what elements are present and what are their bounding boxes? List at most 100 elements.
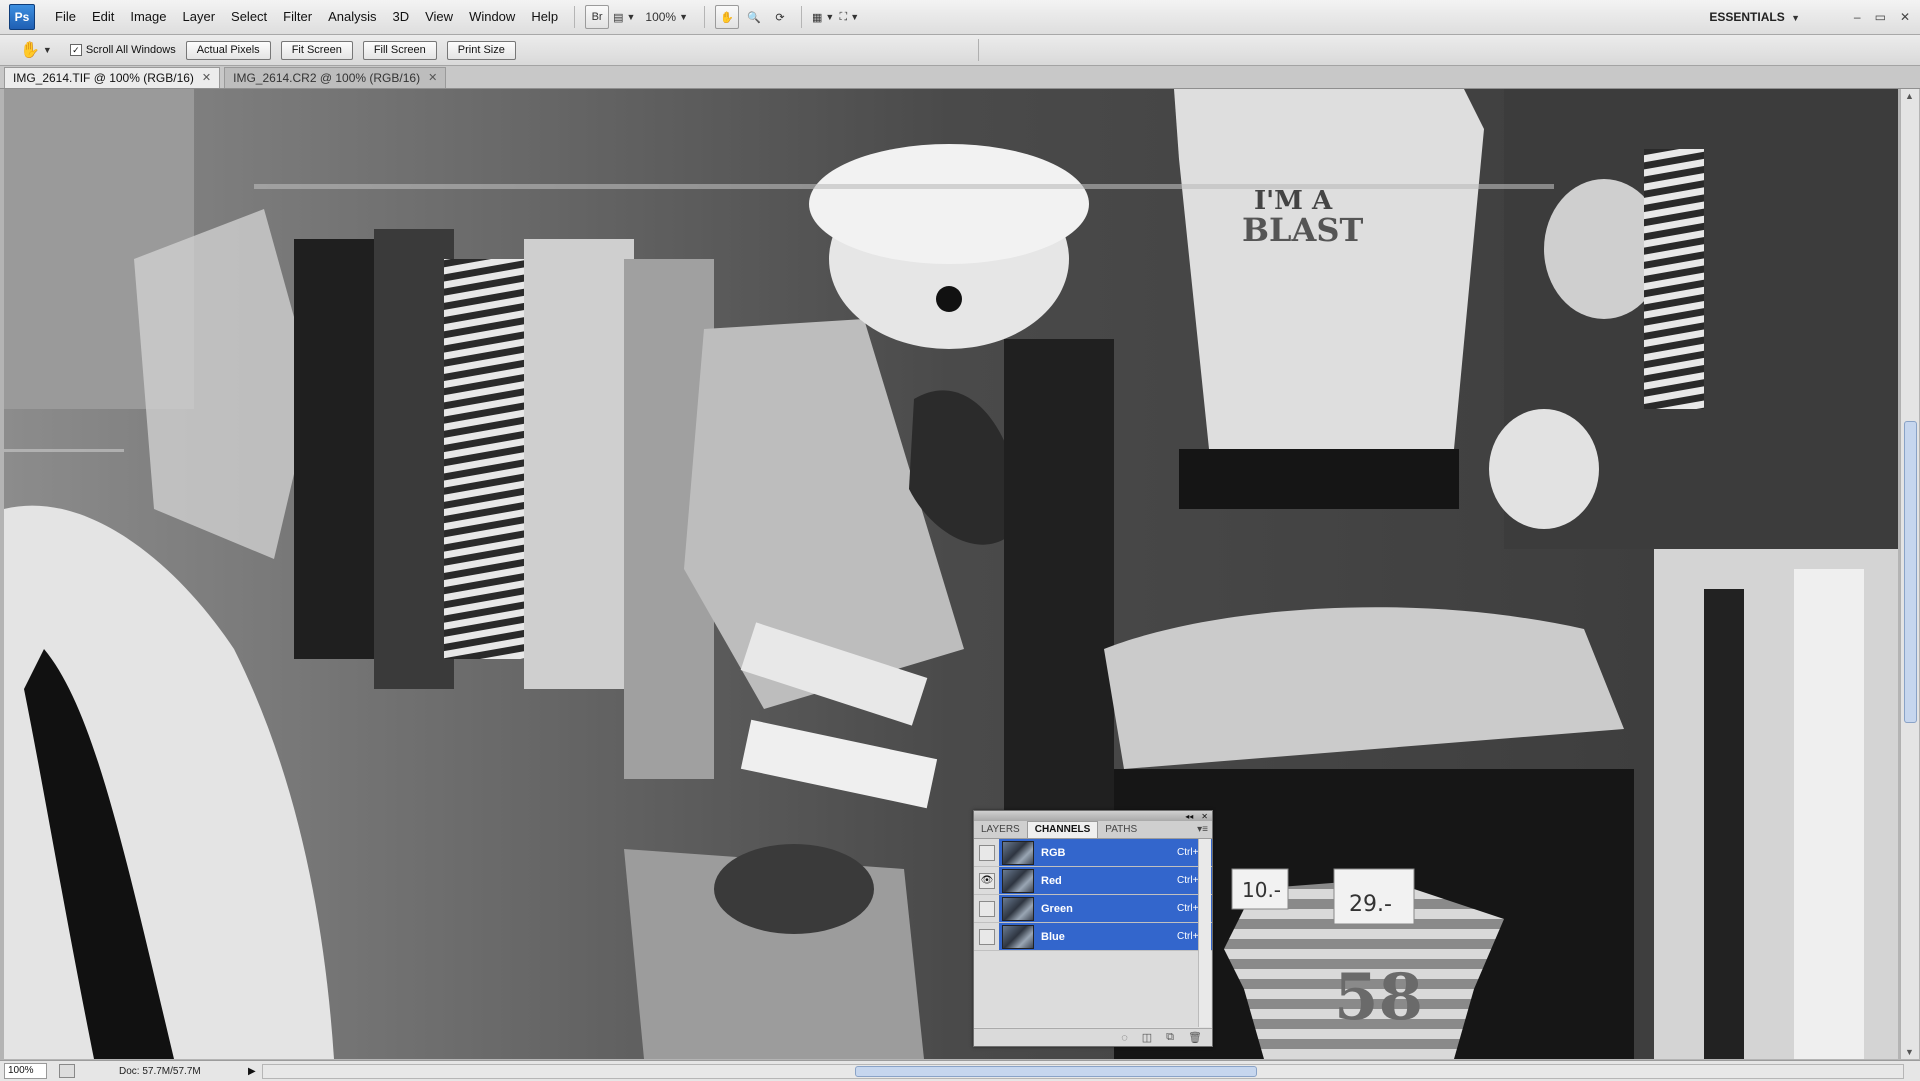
menu-file[interactable]: File	[47, 0, 84, 34]
image-canvas[interactable]: I'M A BLAST 58 10.- 29.-	[4, 89, 1898, 1059]
tab-layers[interactable]: LAYERS	[974, 822, 1027, 838]
zoom-level-dropdown[interactable]: 100% ▼	[639, 6, 694, 28]
zoom-tool-button[interactable]: 🔍	[743, 6, 765, 28]
vertical-scrollbar[interactable]: ▲ ▼	[1900, 89, 1919, 1059]
channel-row-red[interactable]: 👁 Red Ctrl+3	[974, 867, 1212, 895]
new-channel-icon[interactable]: ⧉	[1166, 1031, 1174, 1044]
window-controls: – ▭ ✕	[1854, 0, 1910, 34]
channel-list: RGB Ctrl+2 👁 Red Ctrl+3 Green Ctrl+4 Blu…	[974, 839, 1212, 1027]
document-tab-bar: IMG_2614.TIF @ 100% (RGB/16) ✕ IMG_2614.…	[0, 66, 1920, 89]
channel-thumbnail	[1002, 896, 1034, 921]
svg-text:29.-: 29.-	[1349, 892, 1392, 917]
hand-tool-button[interactable]: ✋	[715, 5, 740, 29]
close-panel-icon[interactable]: ✕	[1201, 812, 1208, 821]
horizontal-scrollbar[interactable]	[262, 1064, 1904, 1079]
channel-name: Green	[1041, 902, 1073, 915]
visibility-toggle[interactable]	[979, 844, 995, 861]
fullscreen-icon: ⛶	[839, 10, 848, 23]
options-bar: ✋ ▼ ✓ Scroll All Windows Actual Pixels F…	[0, 35, 1920, 66]
document-tab-tif[interactable]: IMG_2614.TIF @ 100% (RGB/16) ✕	[4, 67, 221, 88]
scroll-all-windows-checkbox[interactable]: ✓ Scroll All Windows	[69, 44, 176, 56]
options-divider	[978, 39, 979, 61]
screen-mode-button[interactable]: ▤ ▼	[613, 6, 635, 28]
collapse-panel-icon[interactable]: ◂◂	[1185, 812, 1193, 821]
fit-screen-button[interactable]: Fit Screen	[280, 40, 353, 60]
menu-edit[interactable]: Edit	[84, 0, 122, 34]
menu-separator	[801, 6, 803, 28]
checkbox-icon[interactable]: ✓	[69, 44, 82, 56]
menu-view[interactable]: View	[417, 0, 461, 34]
status-menu-arrow-icon[interactable]: ▶	[248, 1066, 256, 1077]
menu-layer[interactable]: Layer	[175, 0, 224, 34]
screen-mode-icon: ▤	[613, 11, 624, 24]
menu-window[interactable]: Window	[461, 0, 523, 34]
save-selection-icon[interactable]: ◫	[1142, 1031, 1152, 1044]
menu-select[interactable]: Select	[223, 0, 275, 34]
actual-pixels-button[interactable]: Actual Pixels	[185, 40, 271, 60]
fill-screen-button[interactable]: Fill Screen	[362, 40, 437, 60]
zoom-input[interactable]: 100%	[4, 1063, 47, 1079]
scroll-down-icon[interactable]: ▼	[1905, 1047, 1914, 1057]
scroll-all-windows-label: Scroll All Windows	[85, 44, 176, 56]
vertical-scroll-thumb[interactable]	[1904, 421, 1917, 723]
close-button[interactable]: ✕	[1900, 0, 1910, 34]
channel-selection[interactable]: Red Ctrl+3	[999, 867, 1212, 894]
bridge-button[interactable]: Br	[585, 5, 610, 29]
close-icon[interactable]: ✕	[428, 68, 437, 88]
channel-row-green[interactable]: Green Ctrl+4	[974, 895, 1212, 923]
hand-tool-preset-icon[interactable]: ✋	[20, 40, 40, 60]
rotate-view-button[interactable]: ⟳	[769, 6, 791, 28]
status-info-icon[interactable]	[59, 1064, 75, 1078]
panel-menu-icon[interactable]: ▾≡	[1197, 824, 1208, 835]
channels-panel: ◂◂ ✕ LAYERS CHANNELS PATHS ▾≡ RGB Ctrl+2…	[973, 810, 1213, 1047]
rotate-icon: ⟳	[775, 11, 785, 24]
magnifier-icon: 🔍	[747, 11, 761, 24]
svg-text:58: 58	[1334, 960, 1423, 1035]
panel-footer: ◌ ◫ ⧉ 🗑	[974, 1028, 1212, 1046]
channel-row-blue[interactable]: Blue Ctrl+5	[974, 923, 1212, 951]
channel-selection[interactable]: Green Ctrl+4	[999, 895, 1212, 922]
document-size: Doc: 57.7M/57.7M	[119, 1065, 201, 1077]
menu-bar: Ps File Edit Image Layer Select Filter A…	[0, 0, 1920, 35]
chevron-down-icon: ▼	[679, 12, 689, 22]
menu-separator	[704, 6, 706, 28]
channel-selection[interactable]: RGB Ctrl+2	[999, 839, 1212, 866]
minimize-button[interactable]: –	[1854, 0, 1861, 34]
document-tab-label: IMG_2614.CR2 @ 100% (RGB/16)	[233, 71, 421, 85]
print-size-button[interactable]: Print Size	[446, 40, 516, 60]
photoshop-logo-icon: Ps	[9, 4, 35, 30]
arrange-documents-button[interactable]: ▦ ▼	[812, 6, 834, 28]
visibility-toggle[interactable]	[979, 900, 995, 917]
document-tab-cr2[interactable]: IMG_2614.CR2 @ 100% (RGB/16) ✕	[224, 67, 447, 88]
visibility-toggle[interactable]	[979, 928, 995, 945]
chevron-down-icon: ▼	[626, 12, 636, 22]
svg-text:10.-: 10.-	[1242, 878, 1281, 902]
channel-selection[interactable]: Blue Ctrl+5	[999, 923, 1212, 950]
channel-row-rgb[interactable]: RGB Ctrl+2	[974, 839, 1212, 867]
channel-thumbnail	[1002, 840, 1034, 865]
scroll-up-icon[interactable]: ▲	[1905, 91, 1914, 101]
document-tab-label: IMG_2614.TIF @ 100% (RGB/16)	[13, 71, 194, 85]
close-icon[interactable]: ✕	[202, 68, 211, 88]
menu-analysis[interactable]: Analysis	[320, 0, 384, 34]
svg-text:BLAST: BLAST	[1242, 211, 1363, 249]
tab-channels[interactable]: CHANNELS	[1026, 821, 1099, 838]
menu-filter[interactable]: Filter	[275, 0, 320, 34]
workspace-switcher[interactable]: ESSENTIALS ▼	[1709, 0, 1800, 35]
menu-help[interactable]: Help	[523, 0, 566, 34]
screen-mode-toggle-button[interactable]: ⛶ ▼	[838, 6, 860, 28]
panel-scrollbar[interactable]	[1198, 839, 1211, 1027]
menu-image[interactable]: Image	[122, 0, 174, 34]
panel-titlebar[interactable]: ◂◂ ✕	[974, 811, 1212, 821]
tab-paths[interactable]: PATHS	[1098, 822, 1144, 838]
restore-button[interactable]: ▭	[1875, 0, 1886, 34]
menu-3d[interactable]: 3D	[384, 0, 417, 34]
chevron-down-icon[interactable]: ▼	[43, 45, 52, 55]
chevron-down-icon: ▼	[825, 12, 835, 22]
horizontal-scroll-thumb[interactable]	[855, 1066, 1257, 1077]
status-bar: 100% Doc: 57.7M/57.7M ▶	[0, 1060, 1920, 1081]
workspace-label: ESSENTIALS	[1709, 10, 1785, 24]
trash-icon[interactable]: 🗑	[1188, 1031, 1202, 1044]
eye-icon[interactable]: 👁	[979, 872, 995, 889]
load-selection-icon[interactable]: ◌	[1121, 1032, 1128, 1044]
